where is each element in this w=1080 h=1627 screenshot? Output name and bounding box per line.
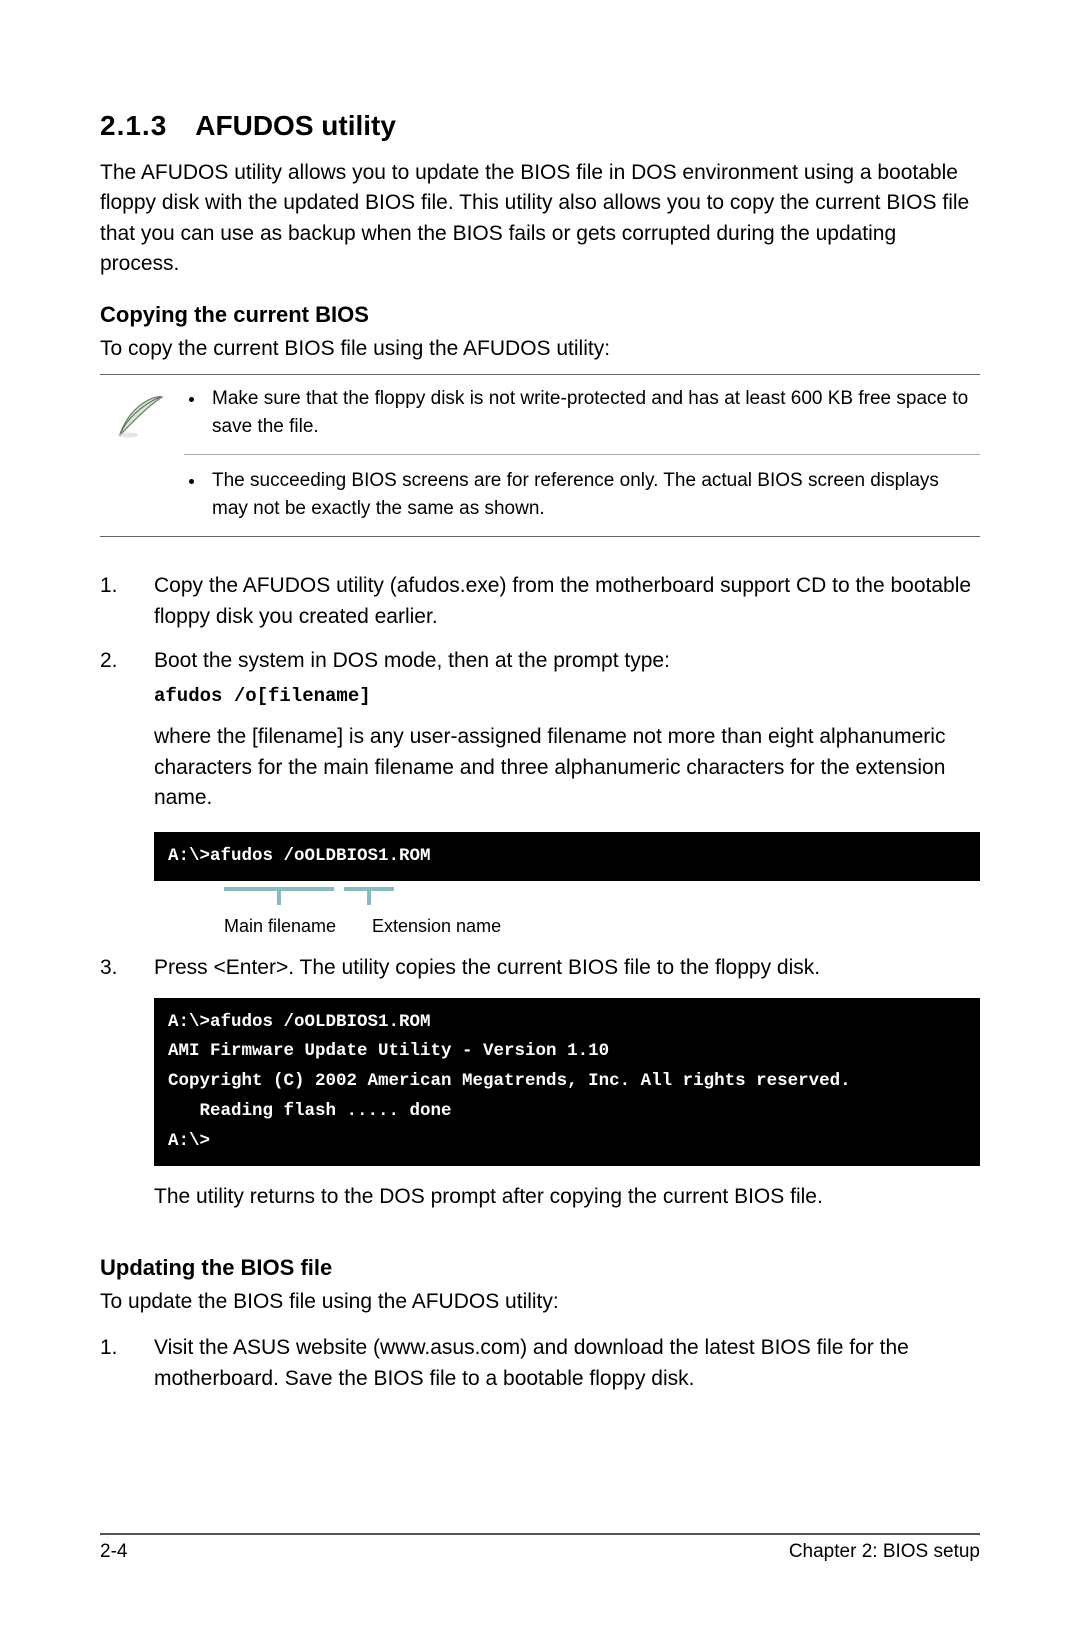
terminal-output: A:\>afudos /oOLDBIOS1.ROM AMI Firmware U… (154, 998, 980, 1167)
updating-lead: To update the BIOS file using the AFUDOS… (100, 1287, 980, 1317)
step-text: Visit the ASUS website (www.asus.com) an… (154, 1333, 980, 1394)
page-number: 2-4 (100, 1541, 127, 1563)
intro-paragraph: The AFUDOS utility allows you to update … (100, 158, 980, 280)
note-item: The succeeding BIOS screens are for refe… (206, 467, 980, 522)
copying-lead: To copy the current BIOS file using the … (100, 334, 980, 364)
terminal-callouts: Main filename Extension name (154, 887, 980, 923)
callout-extension-name: Extension name (372, 913, 501, 939)
command-line: afudos /o[filename] (154, 683, 980, 711)
footer-rule (100, 1533, 980, 1535)
steps-list-copying: 1. Copy the AFUDOS utility (afudos.exe) … (100, 571, 980, 1237)
updating-heading: Updating the BIOS file (100, 1255, 980, 1281)
step-text: Press <Enter>. The utility copies the cu… (154, 953, 980, 983)
feather-pen-icon (100, 385, 184, 522)
section-number: 2.1.3 (100, 110, 167, 142)
step-text: Copy the AFUDOS utility (afudos.exe) fro… (154, 571, 980, 632)
document-page: 2.1.3 AFUDOS utility The AFUDOS utility a… (0, 0, 1080, 1627)
note-list: Make sure that the floppy disk is not wr… (184, 385, 980, 522)
terminal-output: A:\>afudos /oOLDBIOS1.ROM (154, 832, 980, 882)
note-item: Make sure that the floppy disk is not wr… (206, 385, 980, 440)
note-separator (184, 454, 980, 455)
section-heading: 2.1.3 AFUDOS utility (100, 110, 980, 142)
step-number: 1. (100, 1333, 154, 1394)
callout-main-filename: Main filename (224, 913, 336, 939)
step-number: 3. (100, 953, 154, 1237)
after-terminal-text: The utility returns to the DOS prompt af… (154, 1182, 980, 1212)
copying-heading: Copying the current BIOS (100, 302, 980, 328)
step-item: 1. Copy the AFUDOS utility (afudos.exe) … (100, 571, 980, 632)
note-block: Make sure that the floppy disk is not wr… (100, 374, 980, 537)
step-item: 3. Press <Enter>. The utility copies the… (100, 953, 980, 1237)
page-footer: 2-4 Chapter 2: BIOS setup (100, 1533, 980, 1563)
step-item: 1. Visit the ASUS website (www.asus.com)… (100, 1333, 980, 1394)
step-item: 2. Boot the system in DOS mode, then at … (100, 646, 980, 939)
step-number: 1. (100, 571, 154, 632)
chapter-label: Chapter 2: BIOS setup (789, 1541, 980, 1563)
step-number: 2. (100, 646, 154, 939)
steps-list-updating: 1. Visit the ASUS website (www.asus.com)… (100, 1333, 980, 1394)
step-after-text: where the [filename] is any user-assigne… (154, 722, 980, 813)
step-text: Boot the system in DOS mode, then at the… (154, 646, 980, 676)
section-title-text: AFUDOS utility (195, 110, 396, 141)
